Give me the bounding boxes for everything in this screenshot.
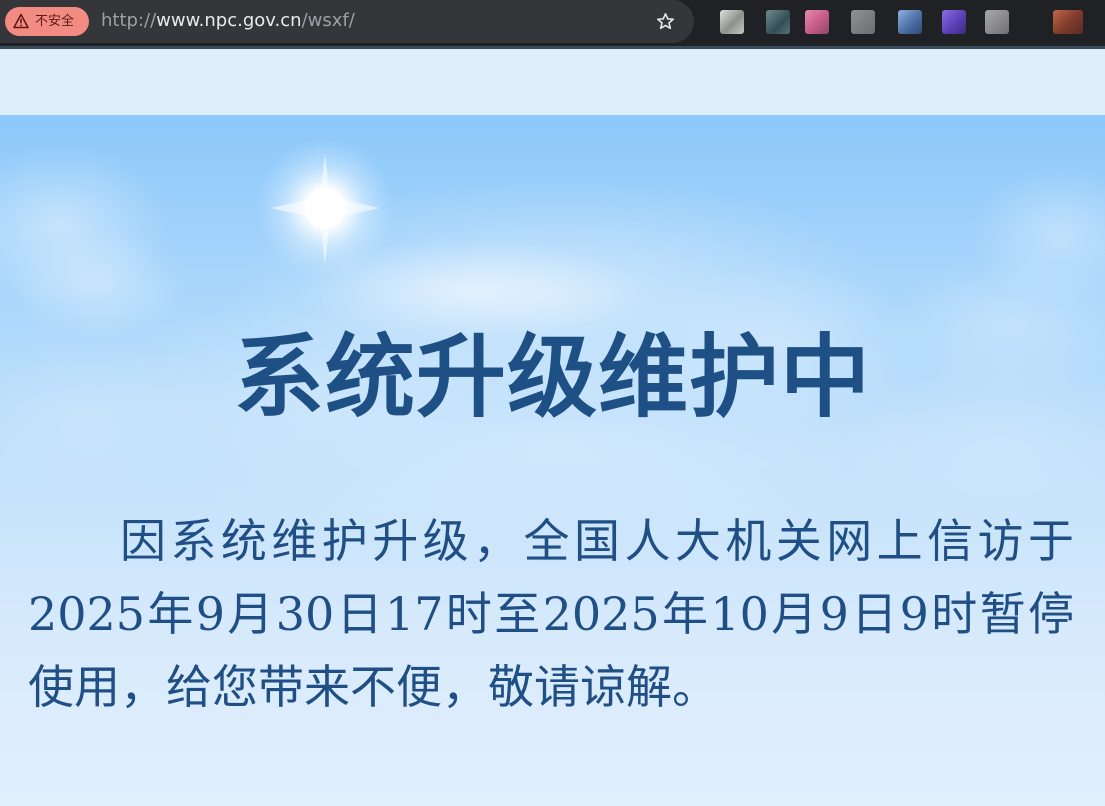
warning-icon bbox=[13, 13, 29, 29]
extension-icon[interactable] bbox=[851, 10, 875, 34]
extension-icon[interactable] bbox=[1053, 10, 1083, 34]
extension-icon[interactable] bbox=[720, 10, 744, 34]
url-path: /wsxf/ bbox=[301, 10, 355, 31]
maintenance-banner: 系统升级维护中 因系统维护升级，全国人大机关网上信访于2025年9月30日17时… bbox=[0, 115, 1105, 806]
extension-icon[interactable] bbox=[766, 10, 790, 34]
extension-icon[interactable] bbox=[985, 10, 1009, 34]
browser-toolbar: 不安全 http://www.npc.gov.cn/wsxf/ bbox=[0, 0, 1105, 49]
page-top-strip bbox=[0, 49, 1105, 115]
security-label: 不安全 bbox=[35, 14, 75, 29]
address-bar[interactable]: 不安全 http://www.npc.gov.cn/wsxf/ bbox=[0, 0, 694, 43]
bookmark-star-icon[interactable] bbox=[655, 11, 676, 32]
maintenance-notice-text: 因系统维护升级，全国人大机关网上信访于2025年9月30日17时至2025年10… bbox=[28, 514, 1074, 714]
security-indicator[interactable]: 不安全 bbox=[5, 7, 89, 36]
url-host: www.npc.gov.cn bbox=[156, 10, 302, 31]
extension-icon[interactable] bbox=[898, 10, 922, 34]
extension-icon[interactable] bbox=[805, 10, 829, 34]
maintenance-title: 系统升级维护中 bbox=[234, 325, 871, 430]
url-scheme: http:// bbox=[101, 10, 157, 31]
url-text[interactable]: http://www.npc.gov.cn/wsxf/ bbox=[101, 9, 355, 33]
extension-icon[interactable] bbox=[942, 10, 966, 34]
